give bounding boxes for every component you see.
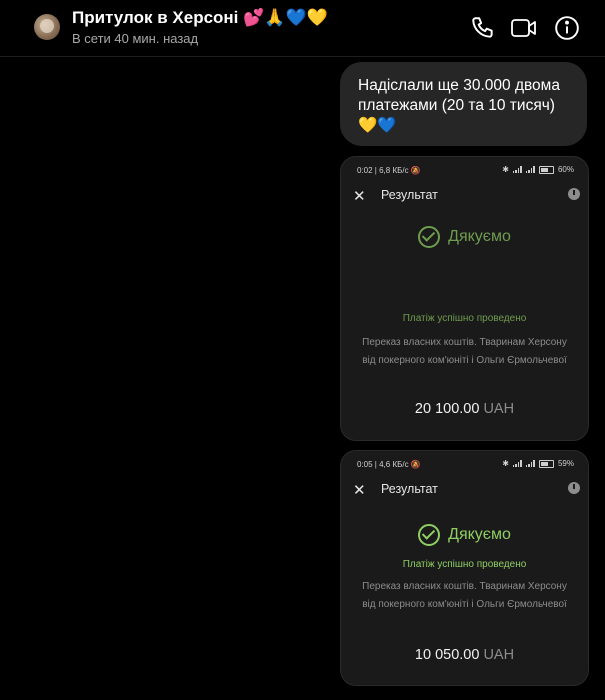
amount-currency: UAH (483, 647, 515, 663)
thanks-text: Дякуємо (448, 228, 511, 245)
description-line-2: від покерного ком'юніті і Ольги Єрмольче… (362, 355, 567, 366)
online-status: В сети 40 мин. назад (72, 31, 199, 46)
amount-value: 10 050.00 (414, 647, 480, 663)
result-title: Результат (381, 482, 438, 496)
info-icon[interactable] (553, 14, 581, 42)
close-icon: ✕ (353, 188, 366, 205)
statusbar-text: 0:05 | 4,6 КБ/с (357, 460, 409, 469)
signal-icon (512, 166, 522, 173)
bell-off-icon: 🔕 (410, 166, 421, 175)
signal-icon-2 (525, 460, 535, 467)
close-icon: ✕ (353, 482, 366, 499)
payment-screenshot-2[interactable]: 0:05 | 4,6 КБ/с 🔕 ✱ 59% ✕ Результат Дяку… (340, 450, 589, 686)
bluetooth-icon: ✱ (502, 165, 509, 174)
avatar[interactable] (34, 14, 60, 40)
description-line-1: Переказ власних коштів. Тваринам Херсону (362, 581, 567, 592)
payment-success-text: Платіж успішно проведено (402, 313, 527, 324)
statusbar-time: 0:02 | 6,8 КБ/с 🔕 (357, 166, 421, 175)
description-line-1: Переказ власних коштів. Тваринам Херсону (362, 337, 567, 348)
video-call-icon[interactable] (510, 14, 538, 42)
statusbar-text: 0:02 | 6,8 КБ/с (357, 166, 409, 175)
statusbar-right: ✱ 60% (502, 165, 574, 174)
description-line-2: від покерного ком'юніті і Ольги Єрмольче… (362, 599, 567, 610)
signal-icon-2 (525, 166, 535, 173)
message-text: Надіслали ще 30.000 двома платежами (20 … (358, 77, 560, 134)
phone-icon[interactable] (469, 14, 497, 42)
thanks-heading: Дякуємо (341, 524, 588, 546)
statusbar-time: 0:05 | 4,6 КБ/с 🔕 (357, 460, 421, 469)
history-icon (568, 482, 580, 494)
battery-icon (538, 165, 554, 174)
payment-amount: 10 050.00 UAH (341, 647, 588, 663)
bluetooth-icon: ✱ (502, 459, 509, 468)
thanks-text: Дякуємо (448, 526, 511, 543)
message-bubble[interactable]: Надіслали ще 30.000 двома платежами (20 … (340, 62, 587, 146)
payment-amount: 20 100.00 UAH (341, 401, 588, 417)
check-circle-icon (418, 226, 441, 248)
payment-success-text: Платіж успішно проведено (402, 559, 527, 570)
payment-screenshot-1[interactable]: 0:02 | 6,8 КБ/с 🔕 ✱ 60% ✕ Результат Дяку… (340, 156, 589, 441)
chat-header: Притулок в Херсоні 💕🙏💙💛 В сети 40 мин. н… (0, 0, 605, 57)
bell-off-icon: 🔕 (410, 460, 421, 469)
chat-title[interactable]: Притулок в Херсоні 💕🙏💙💛 (72, 8, 328, 28)
thanks-heading: Дякуємо (341, 226, 588, 248)
statusbar-right: ✱ 59% (502, 459, 574, 468)
battery-level: 59% (557, 459, 574, 468)
payment-description: Переказ власних коштів. Тваринам Херсону… (341, 334, 588, 370)
battery-icon (538, 459, 554, 468)
payment-description: Переказ власних коштів. Тваринам Херсону… (341, 578, 588, 614)
result-title: Результат (381, 188, 438, 202)
amount-currency: UAH (483, 401, 515, 417)
history-icon (568, 188, 580, 200)
avatar-face (40, 19, 54, 33)
check-circle-icon (418, 524, 441, 546)
amount-value: 20 100.00 (414, 401, 480, 417)
battery-level: 60% (557, 165, 574, 174)
signal-icon (512, 460, 522, 467)
